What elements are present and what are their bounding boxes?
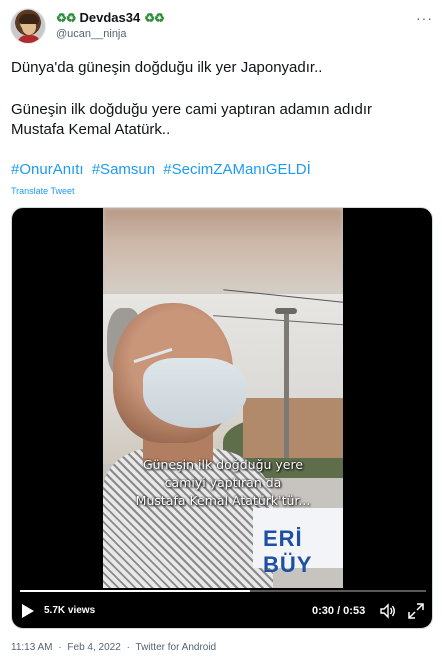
display-name[interactable]: ♻♻ Devdas34 ♻♻ — [56, 10, 165, 25]
meta-separator: · — [58, 642, 62, 653]
progress-bar[interactable] — [20, 590, 426, 592]
video-frame[interactable]: ERİ BÜY Güneşin ilk doğduğu yere camiyi … — [103, 208, 343, 588]
video-time: 0:30 / 0:53 — [312, 605, 366, 617]
avatar[interactable] — [10, 8, 46, 44]
user-handle[interactable]: @ucan__ninja — [56, 28, 127, 40]
tweet-header: ♻♻ Devdas34 ♻♻ @ucan__ninja ··· — [10, 8, 435, 48]
hashtag-list: #OnurAnıtı #Samsun #SecimZAManıGELDİ — [11, 161, 315, 178]
subtitle-line: Güneşin ilk doğduğu yere — [142, 457, 304, 472]
tweet-time[interactable]: 11:13 AM — [11, 642, 53, 653]
recycle-emoji-icon: ♻♻ — [144, 10, 164, 25]
video-controls: 5.7K views 0:30 / 0:53 — [12, 586, 432, 628]
user-name: Devdas34 — [79, 10, 141, 25]
banner-text: ERİ BÜY — [263, 526, 313, 577]
video-subtitle: Güneşin ilk doğduğu yere camiyi yaptıran… — [103, 456, 343, 510]
tweet-meta: 11:13 AM · Feb 4, 2022 · Twitter for And… — [11, 642, 219, 653]
view-count: 5.7K views — [44, 605, 96, 616]
tweet-line: Güneşin ilk doğduğu yere cami yaptıran a… — [11, 101, 373, 118]
play-icon[interactable] — [22, 604, 34, 618]
progress-fill — [20, 590, 250, 592]
more-options-icon[interactable]: ··· — [416, 10, 433, 26]
hashtag-link[interactable]: #Samsun — [92, 161, 155, 178]
video-player[interactable]: ERİ BÜY Güneşin ilk doğduğu yere camiyi … — [11, 207, 433, 629]
tweet-line: Dünya'da güneşin doğduğu ilk yer Japonya… — [11, 59, 323, 76]
hashtag-link[interactable]: #SecimZAManıGELDİ — [163, 161, 311, 178]
tweet-source[interactable]: Twitter for Android — [136, 642, 217, 653]
meta-separator: · — [126, 642, 130, 653]
volume-icon[interactable] — [380, 603, 396, 619]
recycle-emoji-icon: ♻♻ — [56, 10, 76, 25]
subtitle-line: Mustafa Kemal Atatürk'tür... — [135, 493, 311, 508]
tweet-line: Mustafa Kemal Atatürk.. — [11, 121, 171, 138]
subtitle-line: camiyi yaptıran da — [164, 475, 282, 490]
hashtag-link[interactable]: #OnurAnıtı — [11, 161, 84, 178]
translate-tweet-link[interactable]: Translate Tweet — [11, 186, 75, 196]
tweet-date[interactable]: Feb 4, 2022 — [67, 642, 120, 653]
fullscreen-icon[interactable] — [408, 603, 424, 619]
